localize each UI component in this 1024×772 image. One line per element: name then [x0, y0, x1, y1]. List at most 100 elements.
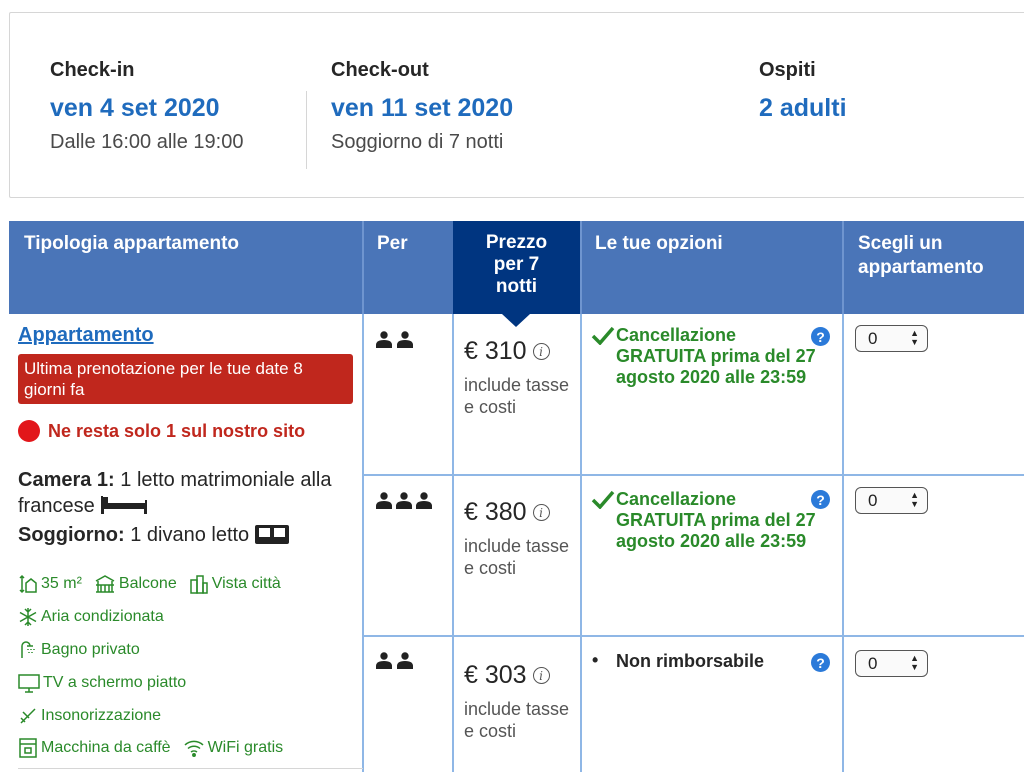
bed1-label: Camera 1:: [18, 469, 115, 491]
price-value: € 380: [464, 498, 527, 526]
column-divider: [452, 314, 454, 772]
select-arrows-icon: ▲ ▼: [910, 653, 919, 672]
price-note: include tasse e costi: [464, 699, 570, 741]
room-quantity-select[interactable]: 0 ▲ ▼: [855, 487, 928, 514]
bullet-icon: •: [592, 650, 599, 670]
check-icon: [591, 325, 615, 350]
room-quantity-select[interactable]: 0 ▲ ▼: [855, 325, 928, 352]
header-price-line1: Prezzo: [485, 232, 548, 253]
select-arrows-icon: ▲ ▼: [910, 328, 919, 347]
price-value: € 303: [464, 661, 527, 689]
header-price-line2: per 7: [493, 254, 540, 275]
header-separator: [362, 221, 364, 314]
checkout-date[interactable]: ven 11 set 2020: [331, 92, 513, 124]
facility-row: 35 m² Balcone Vista città: [18, 574, 281, 594]
facility-coffee-machine: Macchina da caffè: [41, 739, 171, 756]
city-view-icon: [189, 574, 209, 594]
facility-air-conditioning: Aria condizionata: [41, 608, 164, 625]
checkin-block: Check-in ven 4 set 2020 Dalle 16:00 alle…: [50, 57, 243, 155]
checkin-hours: Dalle 16:00 alle 19:00: [50, 131, 244, 153]
select-value: 0: [868, 490, 878, 510]
persons-indicator: [375, 331, 415, 348]
bed-configuration: Camera 1: 1 letto matrimoniale alla fran…: [18, 467, 363, 551]
red-dot-icon: [18, 420, 40, 442]
row-divider: [362, 474, 1024, 476]
facility-soundproofing: Insonorizzazione: [41, 707, 162, 724]
coffee-machine-icon: [18, 738, 38, 758]
room-quantity-select[interactable]: 0 ▲ ▼: [855, 650, 928, 677]
header-choose-line2: appartamento: [858, 257, 984, 278]
facility-row: TV a schermo piatto: [18, 673, 186, 693]
facility-wifi: WiFi gratis: [207, 739, 284, 756]
persons-indicator: [375, 652, 415, 669]
checkout-label: Check-out: [331, 59, 429, 81]
facility-balcony: Balcone: [118, 575, 177, 592]
room-name-link[interactable]: Appartamento: [18, 324, 154, 347]
tv-icon: [18, 673, 40, 693]
stay-length: Soggiorno di 7 notti: [331, 131, 504, 153]
soundproof-icon: [18, 706, 38, 726]
price: € 380 i: [464, 498, 550, 527]
price-note: include tasse e costi: [464, 536, 570, 578]
size-icon: [18, 574, 38, 594]
sofa-bed-icon: [254, 524, 289, 551]
availability-text: Ne resta solo 1 sul nostro sito: [48, 420, 306, 441]
persons-indicator: [375, 492, 433, 509]
availability-warning: Ne resta solo 1 sul nostro sito: [18, 420, 305, 442]
help-icon[interactable]: ?: [811, 653, 830, 672]
checkin-date[interactable]: ven 4 set 2020: [50, 92, 243, 124]
price: € 303 i: [464, 661, 550, 690]
facility-city-view: Vista città: [211, 575, 281, 592]
facility-tv: TV a schermo piatto: [43, 674, 187, 691]
person-icon: [376, 331, 413, 348]
guests-label: Ospiti: [759, 59, 816, 81]
non-refundable-policy: Non rimborsabile: [616, 651, 765, 671]
header-separator: [842, 221, 844, 314]
balcony-icon: [94, 574, 116, 594]
header-choose-line1: Scegli un: [858, 233, 943, 254]
facility-row: Bagno privato: [18, 640, 140, 660]
checkin-label: Check-in: [50, 59, 135, 81]
guests-block: Ospiti 2 adulti: [759, 57, 847, 124]
booking-summary: Check-in ven 4 set 2020 Dalle 16:00 alle…: [9, 12, 1024, 198]
facility-size: 35 m²: [41, 575, 82, 592]
column-divider: [842, 314, 844, 772]
header-price[interactable]: Prezzo per 7 notti: [453, 221, 580, 314]
header-room-type: Tipologia appartamento: [24, 233, 240, 254]
facility-row: Aria condizionata: [18, 607, 164, 627]
row-divider: [362, 635, 1024, 637]
bed2-label: Soggiorno:: [18, 524, 125, 546]
snowflake-icon: [18, 607, 38, 627]
header-choose: Scegli un appartamento: [858, 221, 984, 314]
info-icon[interactable]: i: [532, 667, 550, 684]
select-arrows-icon: ▲ ▼: [910, 490, 919, 509]
room-table: Tipologia appartamento Per Le tue opzion…: [9, 221, 1024, 772]
shower-icon: [18, 640, 38, 660]
price: € 310 i: [464, 337, 550, 366]
price-value: € 310: [464, 337, 527, 365]
wifi-icon: [183, 738, 205, 758]
price-note: include tasse e costi: [464, 375, 570, 417]
help-icon[interactable]: ?: [811, 490, 830, 509]
info-icon[interactable]: i: [532, 504, 550, 521]
header-separator: [580, 221, 582, 314]
person-icon: [376, 652, 413, 669]
header-price-line3: notti: [495, 276, 538, 297]
facility-private-bathroom: Bagno privato: [41, 641, 140, 658]
help-icon[interactable]: ?: [811, 327, 830, 346]
select-value: 0: [868, 328, 878, 348]
cancellation-policy: Cancellazione GRATUITA prima del 27 agos…: [616, 325, 816, 387]
facility-row: Macchina da caffè WiFi gratis: [18, 738, 283, 758]
room-section-divider: [18, 768, 363, 769]
sort-indicator-arrow: [502, 314, 530, 327]
header-options: Le tue opzioni: [595, 233, 723, 254]
person-icon: [376, 492, 432, 509]
last-booking-badge: Ultima prenotazione per le tue date 8 gi…: [18, 354, 353, 404]
double-bed-icon: [100, 495, 148, 522]
facility-row: Insonorizzazione: [18, 706, 161, 726]
info-icon[interactable]: i: [532, 343, 550, 360]
check-icon: [591, 489, 615, 514]
guests-value[interactable]: 2 adulti: [759, 92, 847, 124]
column-divider: [580, 314, 582, 772]
summary-divider: [306, 91, 307, 169]
